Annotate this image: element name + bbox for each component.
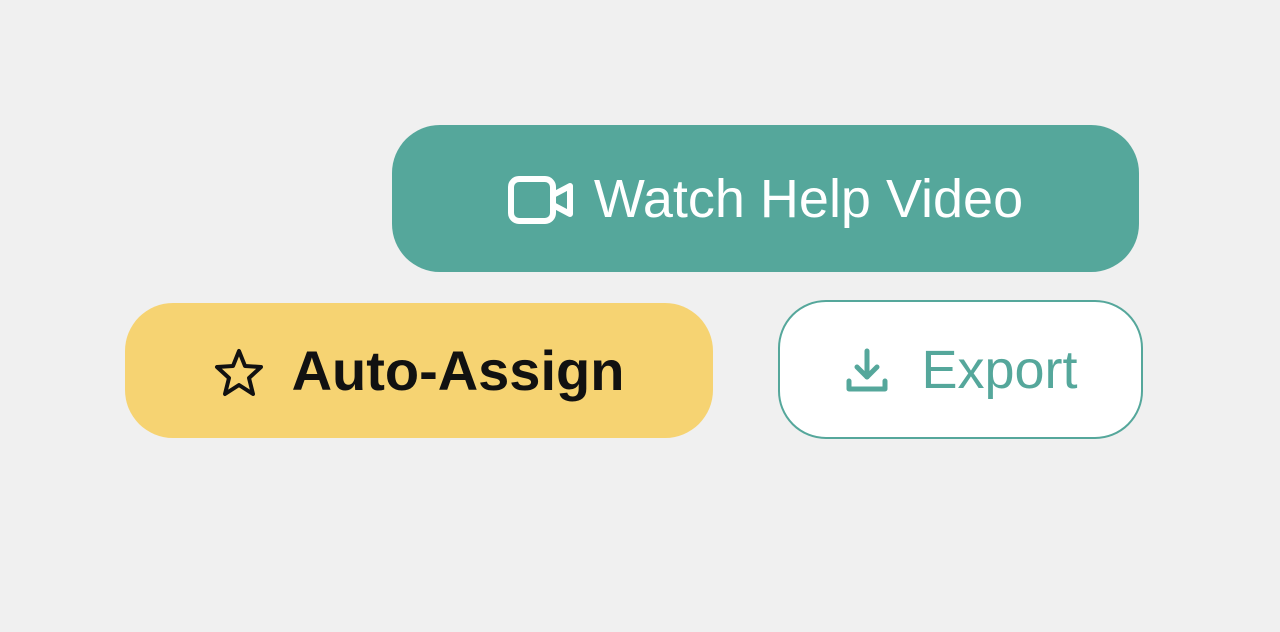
export-button[interactable]: Export — [778, 300, 1143, 439]
watch-help-video-button[interactable]: Watch Help Video — [392, 125, 1139, 272]
download-icon — [843, 346, 891, 394]
export-label: Export — [921, 339, 1077, 401]
watch-help-video-label: Watch Help Video — [594, 168, 1023, 230]
star-icon — [214, 346, 264, 396]
video-camera-icon — [508, 175, 574, 223]
auto-assign-button[interactable]: Auto-Assign — [125, 303, 713, 438]
auto-assign-label: Auto-Assign — [292, 338, 625, 403]
